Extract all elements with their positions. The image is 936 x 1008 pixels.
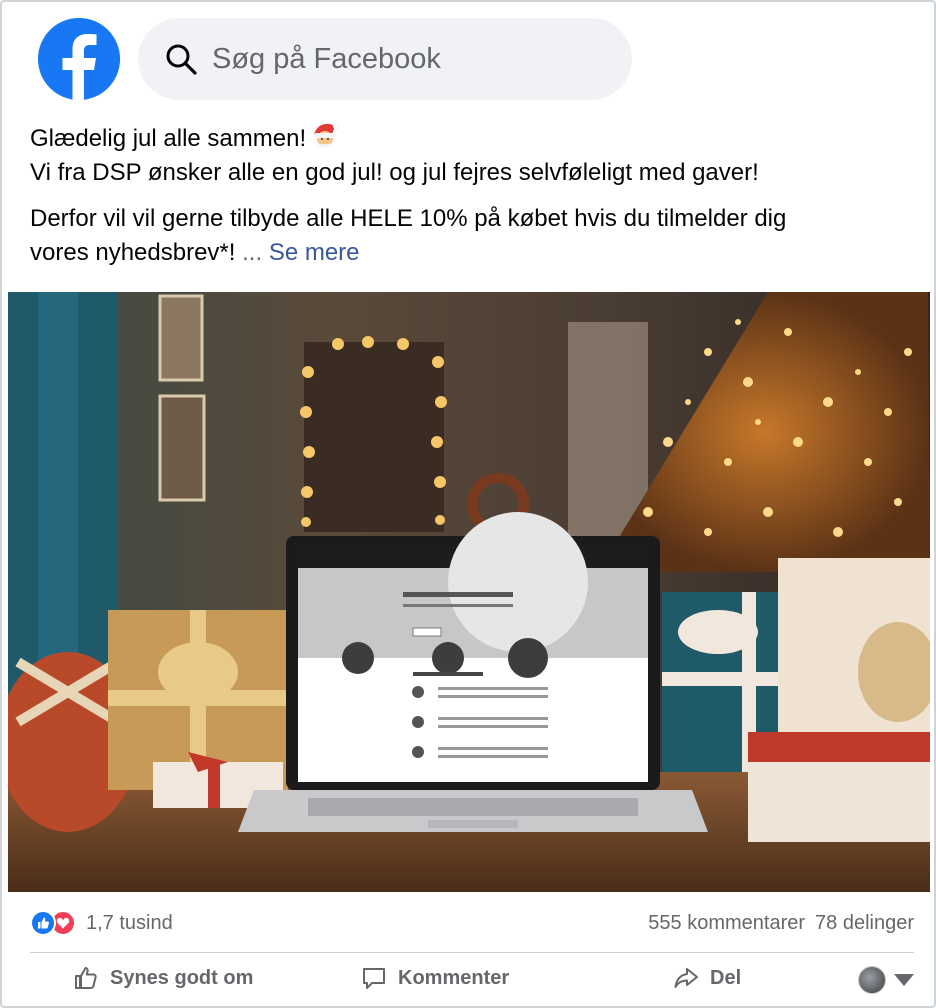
post-window: Glædelig jul alle sammen! Vi fra DSP øns…: [0, 0, 936, 1008]
search-bar[interactable]: [138, 18, 632, 100]
chevron-down-icon: [894, 974, 914, 986]
action-bar: Synes godt om Kommenter Del: [2, 958, 934, 1004]
facebook-logo-icon[interactable]: [38, 18, 120, 100]
post-newsletter-text: vores nyhedsbrev*!: [30, 239, 236, 266]
thumbs-up-icon: [75, 967, 97, 989]
avatar: [858, 966, 886, 994]
post-line: vores nyhedsbrev*! ... Se mere: [30, 236, 910, 270]
comment-icon: [363, 968, 385, 989]
ellipsis: ...: [242, 239, 263, 266]
reactions-summary[interactable]: 1,7 tusind: [30, 910, 173, 936]
post-greeting: Glædelig jul alle sammen!: [30, 125, 307, 152]
see-more-link[interactable]: Se mere: [269, 239, 360, 266]
santa-emoji-icon: [314, 122, 340, 148]
like-button[interactable]: Synes godt om: [72, 964, 253, 992]
comment-count[interactable]: 555 kommentarer: [648, 912, 805, 935]
search-icon: [166, 44, 197, 75]
post-body: Glædelig jul alle sammen! Vi fra DSP øns…: [30, 120, 910, 270]
share-label: Del: [710, 966, 742, 989]
reaction-count[interactable]: 1,7 tusind: [86, 912, 173, 935]
like-reaction-icon: [30, 910, 56, 936]
comment-button[interactable]: Kommenter: [360, 964, 509, 992]
post-line: Derfor vil vil gerne tilbyde alle HELE 1…: [30, 205, 787, 232]
divider: [30, 952, 914, 953]
post-line: Glædelig jul alle sammen!: [30, 120, 910, 156]
share-button[interactable]: Del: [672, 964, 741, 992]
comment-label: Kommenter: [398, 966, 510, 989]
christmas-laptop-photo: [8, 292, 930, 892]
engagement-counts: 555 kommentarer 78 delinger: [648, 912, 914, 935]
post-line: Vi fra DSP ønsker alle en god jul! og ju…: [30, 159, 759, 186]
top-bar: [2, 2, 934, 114]
post-stats: 1,7 tusind 555 kommentarer 78 delinger: [30, 906, 914, 942]
share-icon: [674, 968, 698, 988]
like-label: Synes godt om: [110, 966, 254, 989]
profile-selector-button[interactable]: [858, 966, 918, 994]
post-image[interactable]: [8, 292, 930, 892]
search-input[interactable]: [212, 42, 592, 76]
share-count[interactable]: 78 delinger: [815, 912, 914, 935]
